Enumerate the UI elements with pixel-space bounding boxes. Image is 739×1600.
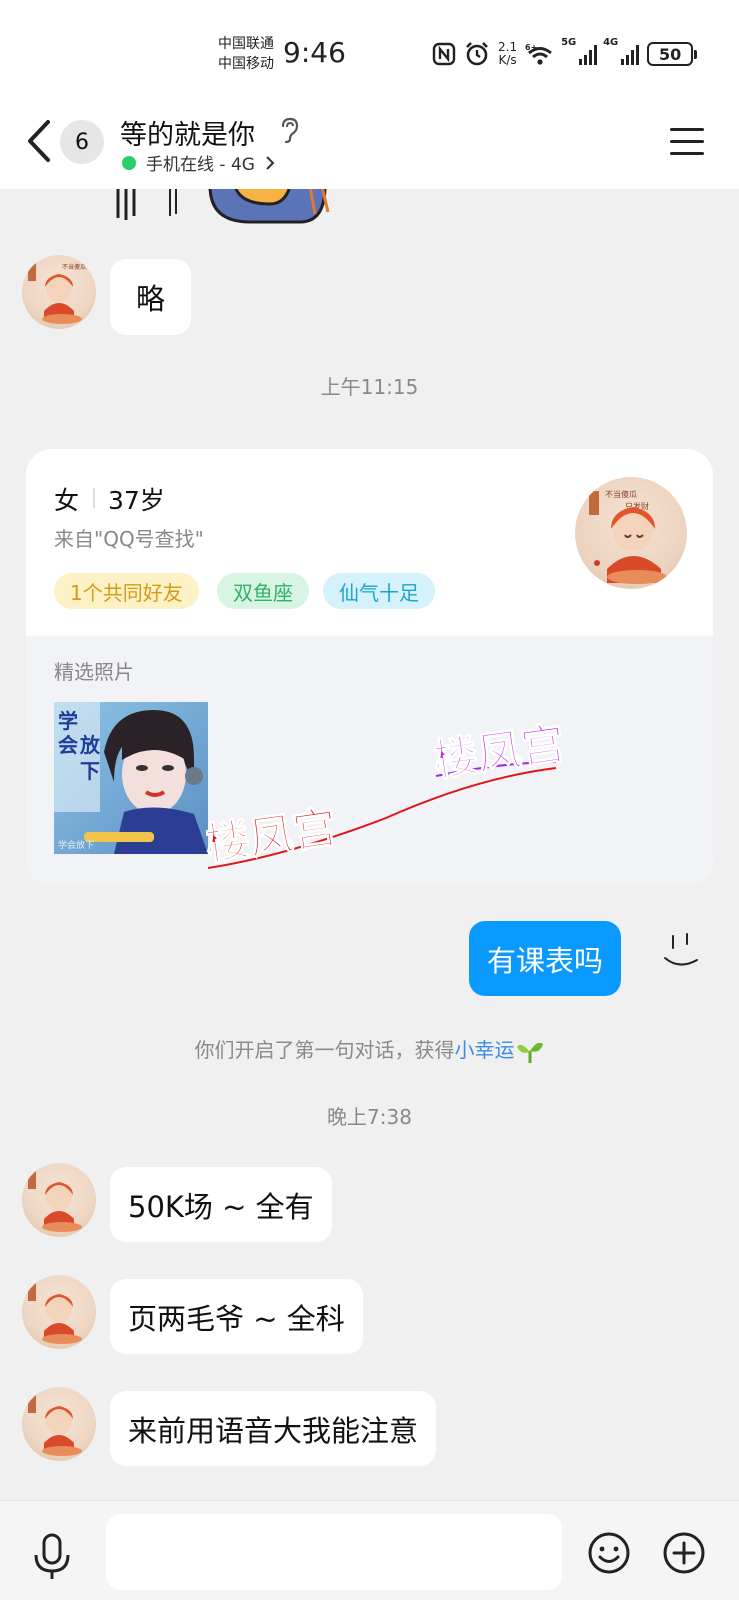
- menu-icon[interactable]: [670, 128, 704, 156]
- timestamp: 上午11:15: [320, 375, 419, 399]
- net-speed-unit: K/s: [498, 53, 517, 67]
- message-bubble-received[interactable]: 页两毛爷 ~ 全科: [110, 1279, 363, 1354]
- alarm-icon: [466, 42, 488, 66]
- message-bubble-received[interactable]: 略: [110, 259, 192, 335]
- mic-icon[interactable]: [32, 1533, 72, 1581]
- contact-avatar[interactable]: 不当傻瓜: [22, 255, 96, 329]
- photo-text-4: 下: [80, 759, 100, 783]
- online-status[interactable]: 手机在线 - 4G: [122, 150, 275, 175]
- profile-card[interactable]: 女 37岁 来自"QQ号查找" 1个共同好友 双鱼座 仙气十足 不当傻瓜 只发财…: [26, 449, 713, 885]
- system-message-text: 你们开启了第一句对话，获得: [194, 1038, 455, 1062]
- sprout-icon: [516, 1042, 543, 1063]
- status-time: 9:46: [283, 36, 346, 69]
- contact-avatar[interactable]: [22, 1163, 96, 1237]
- photo-text-3: 放: [79, 733, 101, 757]
- ear-icon[interactable]: [278, 116, 300, 144]
- photo-text-1: 学: [58, 709, 78, 733]
- nfc-icon: [432, 42, 456, 66]
- featured-photos-title: 精选照片: [54, 660, 134, 684]
- tag-mutual-friends[interactable]: 1个共同好友: [54, 573, 199, 609]
- message-bubble-received[interactable]: 来前用语音大我能注意: [110, 1391, 437, 1466]
- svg-text:不当傻瓜: 不当傻瓜: [605, 489, 637, 499]
- message-bubble-received[interactable]: 50K场 ~ 全有: [110, 1167, 332, 1242]
- carrier-1: 中国联通: [218, 36, 274, 52]
- contact-avatar[interactable]: [22, 1387, 96, 1461]
- tag-zodiac[interactable]: 双鱼座: [217, 573, 309, 609]
- status-icons: 2.1 K/s 6+ 5G 4G 50: [432, 37, 698, 70]
- emoji-icon[interactable]: [587, 1531, 631, 1575]
- svg-text:不当傻瓜: 不当傻瓜: [62, 263, 86, 271]
- input-bar: [0, 1500, 739, 1600]
- plus-icon[interactable]: [662, 1531, 706, 1575]
- featured-photo[interactable]: 学 会 放 下 学会放下: [54, 702, 208, 854]
- profile-avatar[interactable]: 不当傻瓜 只发财: [575, 477, 687, 589]
- tag-style[interactable]: 仙气十足: [323, 573, 435, 609]
- carrier-labels: 中国联通 中国移动: [218, 34, 274, 74]
- carrier-2: 中国移动: [218, 56, 274, 72]
- back-arrow-icon[interactable]: [24, 118, 54, 164]
- signal-5g-label: 5G: [561, 37, 577, 48]
- my-avatar[interactable]: [643, 918, 717, 992]
- message-input[interactable]: [106, 1514, 562, 1590]
- signal-4g: 4G: [603, 37, 640, 65]
- overlay-text-2: 楼凤宫: [430, 718, 568, 787]
- contact-name[interactable]: 等的就是你: [120, 113, 255, 152]
- featured-photos-section: 精选照片 学 会 放 下 学会放下 楼凤宫 楼凤宫: [26, 636, 713, 885]
- battery-indicator: 50: [647, 42, 698, 66]
- sticker-image[interactable]: [110, 186, 340, 226]
- signal-4g-label: 4G: [603, 37, 619, 48]
- profile-age: 37岁: [108, 486, 165, 515]
- contact-avatar[interactable]: [22, 1275, 96, 1349]
- profile-gender: 女: [54, 486, 80, 515]
- system-message: 你们开启了第一句对话，获得小幸运: [0, 1034, 739, 1065]
- wifi-icon: 6+: [525, 43, 553, 65]
- photo-text-5: 学会放下: [58, 839, 94, 851]
- net-speed: 2.1 K/s: [498, 41, 517, 67]
- top-bar: 中国联通 中国移动 9:46 2.1 K/s 6+ 5G 4G 50 6 等的就…: [0, 0, 739, 189]
- photo-overlay-watermark: 楼凤宫 楼凤宫: [206, 717, 569, 871]
- divider: [93, 488, 95, 508]
- system-message-highlight[interactable]: 小幸运: [455, 1038, 515, 1062]
- signal-5g: 5G: [561, 37, 598, 65]
- overlay-text-1: 楼凤宫: [206, 802, 340, 871]
- profile-source: 来自"QQ号查找": [54, 527, 204, 551]
- online-status-text: 手机在线 - 4G: [146, 155, 255, 175]
- unread-count-badge[interactable]: 6: [60, 120, 104, 164]
- chevron-right-icon: [266, 155, 275, 170]
- message-bubble-sent[interactable]: 有课表吗: [469, 921, 622, 996]
- photo-text-2: 会: [58, 733, 78, 757]
- online-dot: [122, 155, 136, 170]
- timestamp: 晚上7:38: [327, 1105, 412, 1129]
